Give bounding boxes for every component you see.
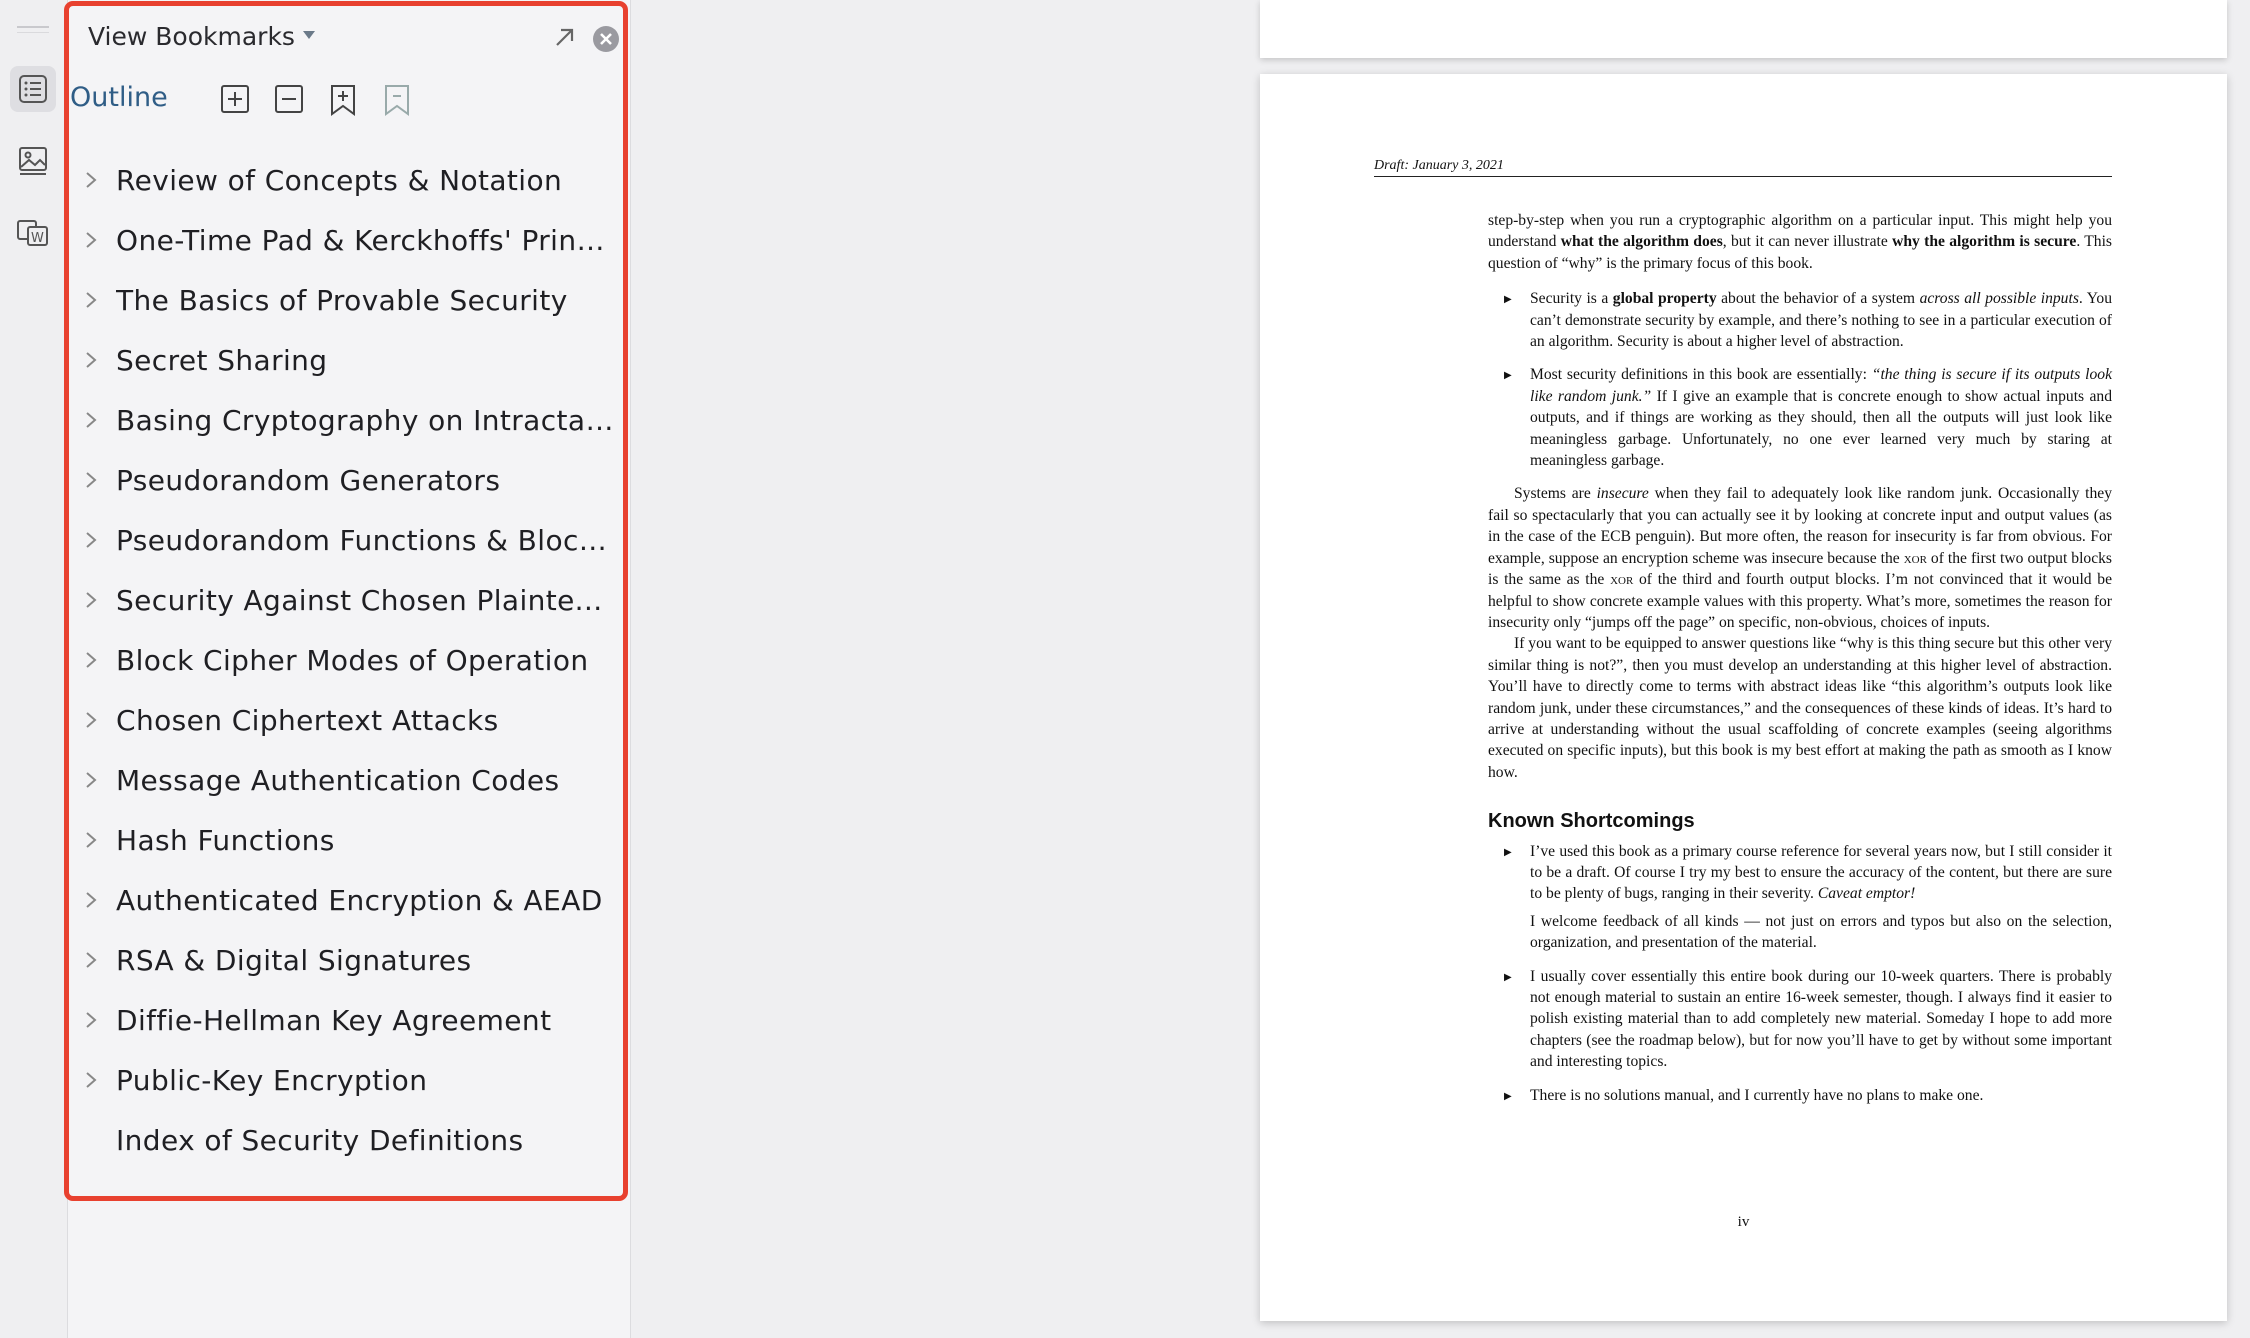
bookmark-label: Index of Security Definitions — [116, 1123, 524, 1157]
bookmark-item[interactable]: Hash Functions — [80, 810, 620, 870]
bookmark-item[interactable]: One-Time Pad & Kerckhoffs' Principle — [80, 210, 620, 270]
chevron-right-icon[interactable] — [80, 290, 116, 310]
thumbnails-view-button[interactable] — [10, 138, 56, 184]
chevron-right-icon[interactable] — [80, 350, 116, 370]
chevron-right-icon[interactable] — [80, 890, 116, 910]
bookmark-remove-icon[interactable] — [382, 84, 412, 116]
panel-title[interactable]: View Bookmarks — [88, 22, 295, 51]
bullet-list: Security is a global property about the … — [1488, 288, 2112, 471]
chevron-right-icon[interactable] — [80, 170, 116, 190]
bookmark-item[interactable]: Review of Concepts & Notation — [80, 150, 620, 210]
word-document-icon: W — [17, 220, 48, 246]
bookmark-label: Pseudorandom Generators — [116, 463, 501, 497]
chevron-right-icon[interactable] — [80, 410, 116, 430]
svg-text:W: W — [31, 231, 44, 246]
chevron-right-icon[interactable] — [80, 830, 116, 850]
image-icon — [19, 147, 47, 175]
paragraph-insecure: Systems are insecure when they fail to a… — [1488, 485, 2113, 631]
bookmark-label: RSA & Digital Signatures — [116, 943, 472, 977]
list-item: I usually cover essentially this entire … — [1504, 966, 2112, 1073]
bookmark-label: Review of Concepts & Notation — [116, 163, 563, 197]
bookmark-tree: Review of Concepts & Notation One-Time Pa… — [80, 150, 620, 1170]
bookmark-label: Hash Functions — [116, 823, 335, 857]
chevron-right-icon[interactable] — [80, 1070, 116, 1090]
bookmark-item[interactable]: Block Cipher Modes of Operation — [80, 630, 620, 690]
section-heading: Known Shortcomings — [1488, 810, 1695, 833]
bookmark-item[interactable]: Chosen Ciphertext Attacks — [80, 690, 620, 750]
bookmark-item[interactable]: Message Authentication Codes — [80, 750, 620, 810]
paragraph-abstraction: If you want to be equipped to answer que… — [1488, 635, 2112, 781]
popout-arrow-icon[interactable] — [552, 24, 578, 50]
shortcomings-list: I’ve used this book as a primary course … — [1488, 841, 2112, 1108]
rail-grip-line — [17, 32, 49, 33]
close-circle-icon[interactable] — [591, 24, 621, 54]
chevron-right-icon[interactable] — [80, 530, 116, 550]
bookmark-label: Pseudorandom Functions & Block Cip... — [116, 523, 616, 557]
bookmark-label: Secret Sharing — [116, 343, 328, 377]
bookmark-label: Message Authentication Codes — [116, 763, 560, 797]
chevron-right-icon[interactable] — [80, 230, 116, 250]
bookmark-label: The Basics of Provable Security — [116, 283, 568, 317]
left-icon-rail: W — [0, 0, 68, 1338]
bookmark-item[interactable]: Public-Key Encryption — [80, 1050, 620, 1110]
bookmark-label: Public-Key Encryption — [116, 1063, 428, 1097]
caret-down-icon[interactable] — [302, 30, 316, 40]
chevron-right-icon[interactable] — [80, 710, 116, 730]
rail-grip-handle[interactable] — [17, 26, 49, 28]
bookmark-label: Diffie-Hellman Key Agreement — [116, 1003, 552, 1037]
bookmark-item[interactable]: Authenticated Encryption & AEAD — [80, 870, 620, 930]
bookmark-label: Authenticated Encryption & AEAD — [116, 883, 603, 917]
bookmark-label: Basing Cryptography on Intractable C... — [116, 403, 616, 437]
outline-label: Outline — [70, 82, 168, 113]
expand-all-icon[interactable] — [220, 84, 250, 114]
bookmark-label: One-Time Pad & Kerckhoffs' Principle — [116, 223, 616, 257]
list-item: Security is a global property about the … — [1504, 288, 2112, 352]
bookmark-item[interactable]: Basing Cryptography on Intractable C... — [80, 390, 620, 450]
chevron-right-icon[interactable] — [80, 590, 116, 610]
running-head: Draft: January 3, 2021 — [1374, 158, 2112, 177]
collapse-all-icon[interactable] — [274, 84, 304, 114]
chevron-right-icon[interactable] — [80, 950, 116, 970]
chevron-right-icon[interactable] — [80, 470, 116, 490]
bookmark-label: Block Cipher Modes of Operation — [116, 643, 589, 677]
pdf-page: Draft: January 3, 2021 step-by-step when… — [1260, 74, 2227, 1321]
list-item: There is no solutions manual, and I curr… — [1504, 1085, 2112, 1108]
list-item: Most security definitions in this book a… — [1504, 364, 2112, 471]
bookmark-label: Security Against Chosen Plaintext Att... — [116, 583, 616, 617]
page-number: iv — [1737, 1214, 1750, 1230]
chevron-right-icon[interactable] — [80, 650, 116, 670]
bookmark-item[interactable]: Index of Security Definitions — [80, 1110, 620, 1170]
bookmark-add-icon[interactable] — [328, 84, 358, 116]
bookmark-label: Chosen Ciphertext Attacks — [116, 703, 499, 737]
bookmark-item[interactable]: Diffie-Hellman Key Agreement — [80, 990, 620, 1050]
bookmark-item[interactable]: Pseudorandom Functions & Block Cip... — [80, 510, 620, 570]
intro-paragraph: step-by-step when you run a cryptographi… — [1488, 212, 2112, 272]
bookmarks-view-button[interactable] — [10, 66, 56, 112]
bookmark-item[interactable]: Secret Sharing — [80, 330, 620, 390]
bookmark-item[interactable]: Pseudorandom Generators — [80, 450, 620, 510]
bookmark-item[interactable]: Security Against Chosen Plaintext Att... — [80, 570, 620, 630]
list-icon — [19, 75, 47, 103]
list-item: I’ve used this book as a primary course … — [1504, 841, 2112, 954]
bookmark-item[interactable]: The Basics of Provable Security — [80, 270, 620, 330]
annotations-view-button[interactable]: W — [10, 210, 56, 256]
previous-page-fragment — [1260, 0, 2227, 58]
chevron-right-icon[interactable] — [80, 770, 116, 790]
page-body: step-by-step when you run a cryptographi… — [1488, 210, 2112, 1118]
chevron-right-icon[interactable] — [80, 1010, 116, 1030]
bookmark-item[interactable]: RSA & Digital Signatures — [80, 930, 620, 990]
